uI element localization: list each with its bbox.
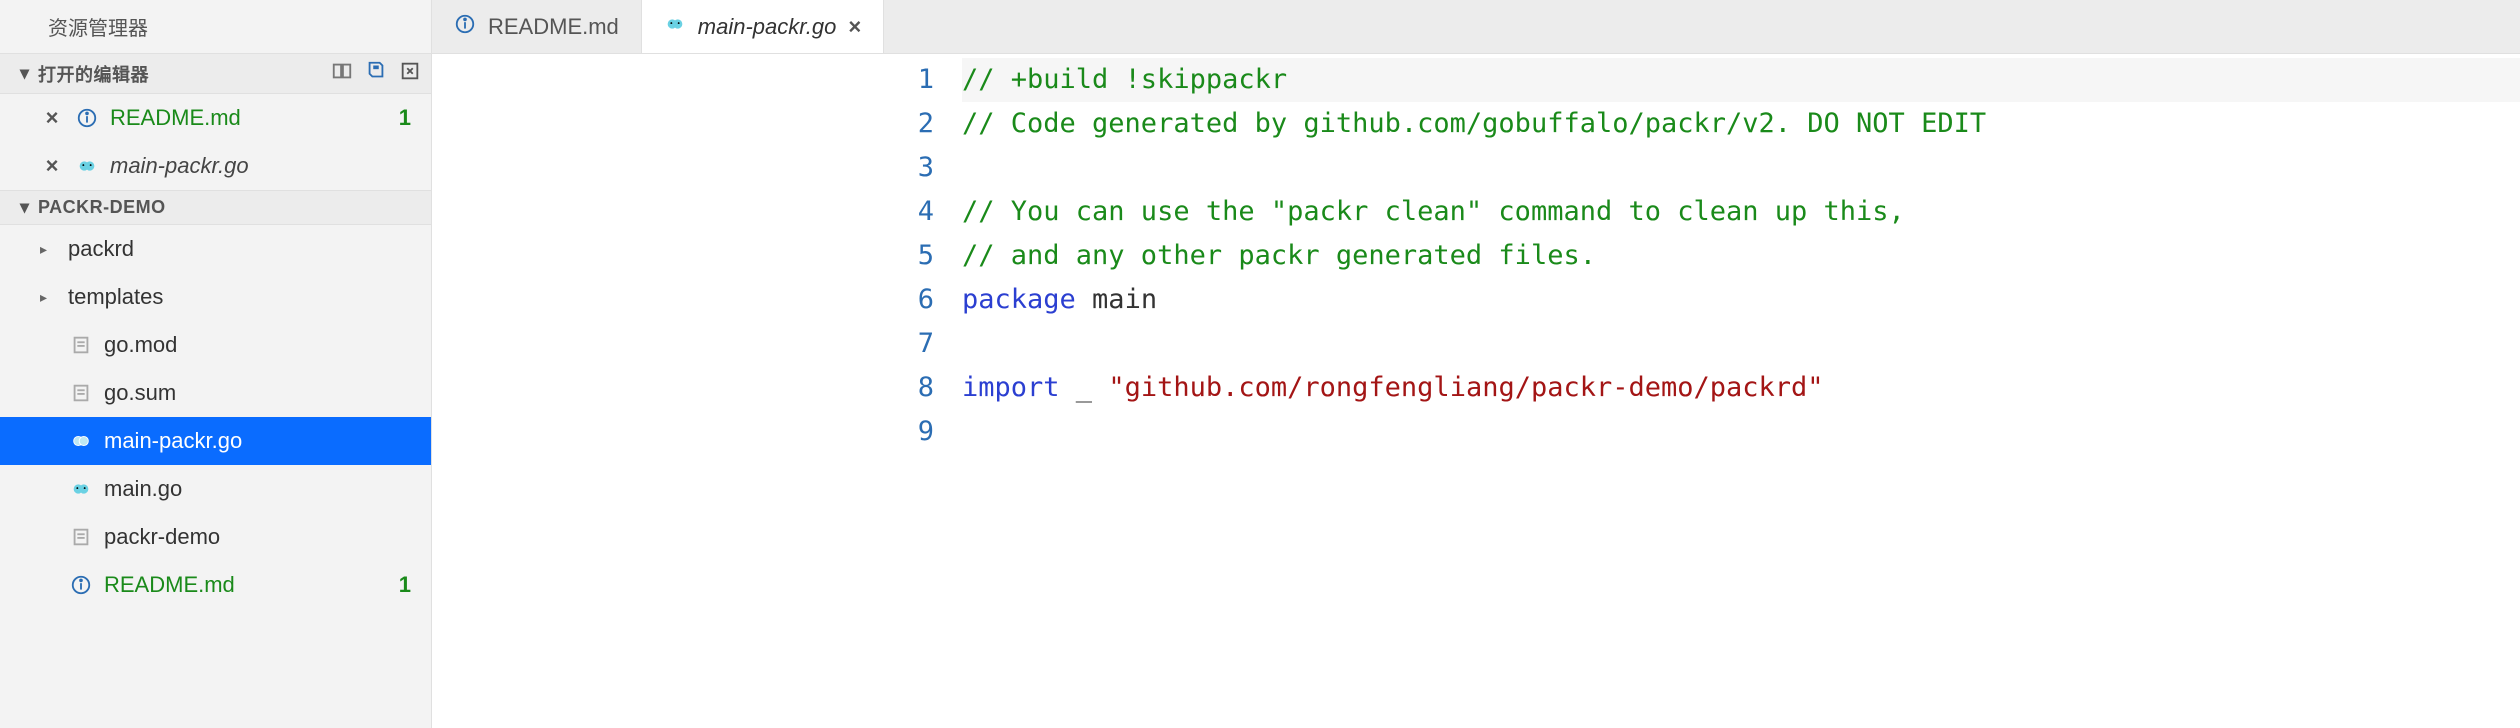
code-line[interactable]	[962, 322, 2520, 366]
file-icon	[68, 334, 94, 356]
line-number: 6	[872, 278, 934, 322]
editor-tabs: README.md main-packr.go ×	[432, 0, 2520, 54]
toggle-layout-icon[interactable]	[331, 60, 353, 87]
tab-readme[interactable]: README.md	[432, 0, 642, 53]
code-line[interactable]: // +build !skippackr	[962, 58, 2520, 102]
chevron-right-icon: ▸	[40, 241, 58, 258]
close-icon[interactable]: ×	[848, 14, 861, 40]
tree-item-label: go.mod	[104, 332, 421, 358]
tree-file-go-mod[interactable]: go.mod	[0, 321, 431, 369]
code-content[interactable]: // +build !skippackr// Code generated by…	[962, 58, 2520, 728]
tab-label: main-packr.go	[698, 14, 837, 40]
tree-file-main-packr-go[interactable]: main-packr.go	[0, 417, 431, 465]
workspace-label: PACKR-DEMO	[38, 197, 421, 218]
git-badge: 1	[399, 572, 421, 598]
info-icon	[68, 574, 94, 596]
tree-folder-templates[interactable]: ▸ templates	[0, 273, 431, 321]
line-number: 7	[872, 322, 934, 366]
close-icon[interactable]: ×	[40, 153, 64, 179]
code-editor[interactable]: 123456789 // +build !skippackr// Code ge…	[432, 54, 2520, 728]
open-editors-actions	[331, 60, 421, 87]
line-number: 4	[872, 190, 934, 234]
chevron-down-icon: ▾	[20, 63, 38, 84]
open-editor-item-main-packr[interactable]: × main-packr.go	[0, 142, 431, 190]
tree-item-label: templates	[68, 284, 421, 310]
code-line[interactable]: // Code generated by github.com/gobuffal…	[962, 102, 2520, 146]
open-editor-filename: main-packr.go	[110, 153, 421, 179]
go-file-icon	[664, 13, 686, 41]
code-line[interactable]: // and any other packr generated files.	[962, 234, 2520, 278]
code-line[interactable]	[962, 410, 2520, 454]
close-all-icon[interactable]	[399, 60, 421, 87]
tree-file-go-sum[interactable]: go.sum	[0, 369, 431, 417]
tree-item-label: README.md	[104, 572, 389, 598]
info-icon	[74, 107, 100, 129]
tree-item-label: packrd	[68, 236, 421, 262]
info-icon	[454, 13, 476, 41]
go-file-icon	[68, 430, 94, 452]
go-file-icon	[68, 478, 94, 500]
editor-main: README.md main-packr.go × 123456789 // +…	[432, 0, 2520, 728]
tab-main-packr[interactable]: main-packr.go ×	[642, 0, 884, 53]
code-line[interactable]: // You can use the "packr clean" command…	[962, 190, 2520, 234]
tree-item-label: packr-demo	[104, 524, 421, 550]
tree-file-main-go[interactable]: main.go	[0, 465, 431, 513]
code-line[interactable]: import _ "github.com/rongfengliang/packr…	[962, 366, 2520, 410]
tree-item-label: main-packr.go	[104, 428, 421, 454]
line-number: 2	[872, 102, 934, 146]
open-editors-label: 打开的编辑器	[38, 61, 331, 87]
line-number: 5	[872, 234, 934, 278]
close-icon[interactable]: ×	[40, 105, 64, 131]
file-icon	[68, 526, 94, 548]
code-line[interactable]: package main	[962, 278, 2520, 322]
tab-label: README.md	[488, 14, 619, 40]
open-editor-filename: README.md	[110, 105, 389, 131]
code-line[interactable]	[962, 146, 2520, 190]
git-badge: 1	[399, 105, 421, 131]
line-number: 3	[872, 146, 934, 190]
open-editor-item-readme[interactable]: × README.md 1	[0, 94, 431, 142]
tree-file-readme[interactable]: README.md 1	[0, 561, 431, 609]
line-gutter: 123456789	[872, 58, 962, 728]
open-editors-header[interactable]: ▾ 打开的编辑器	[0, 53, 431, 94]
tree-folder-packrd[interactable]: ▸ packrd	[0, 225, 431, 273]
tree-file-packr-demo[interactable]: packr-demo	[0, 513, 431, 561]
chevron-right-icon: ▸	[40, 289, 58, 306]
save-all-icon[interactable]	[365, 60, 387, 87]
chevron-down-icon: ▾	[20, 197, 38, 218]
explorer-title: 资源管理器	[0, 0, 431, 53]
tree-item-label: main.go	[104, 476, 421, 502]
go-file-icon	[74, 155, 100, 177]
explorer-sidebar: 资源管理器 ▾ 打开的编辑器 × README.md 1 × main-	[0, 0, 432, 728]
line-number: 9	[872, 410, 934, 454]
line-number: 1	[872, 58, 934, 102]
line-number: 8	[872, 366, 934, 410]
workspace-header[interactable]: ▾ PACKR-DEMO	[0, 190, 431, 225]
tree-item-label: go.sum	[104, 380, 421, 406]
file-icon	[68, 382, 94, 404]
